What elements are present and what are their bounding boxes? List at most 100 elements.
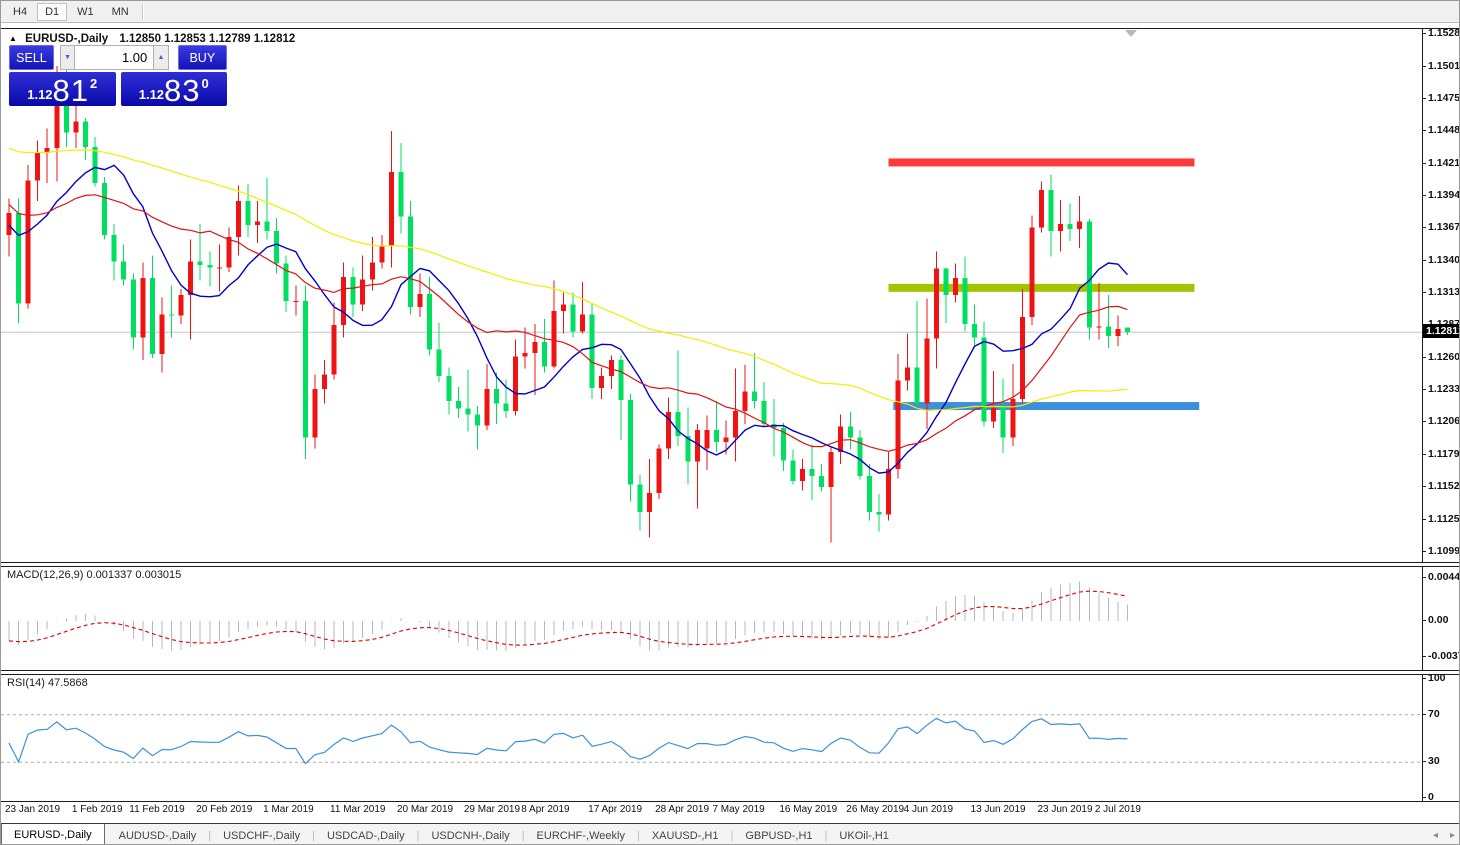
spin-down-icon: ▼ <box>64 54 71 61</box>
timeframe-toolbar: H4D1W1MN <box>1 1 1460 23</box>
chart-header: ▲ EURUSD-,Daily 1.12850 1.12853 1.12789 … <box>9 33 295 45</box>
rsi-chart[interactable] <box>1 675 1422 801</box>
axis-tick <box>1422 421 1426 422</box>
price-axis-label: 1.13135 <box>1428 286 1460 298</box>
timeframe-button-w1[interactable]: W1 <box>69 3 102 21</box>
mt4-terminal-window: H4D1W1MN ▲ EURUSD-,Daily 1.12850 1.12853… <box>0 0 1460 845</box>
price-axis-label: 1.13405 <box>1428 254 1460 266</box>
timeframe-button-h4[interactable]: H4 <box>5 3 35 21</box>
axis-tick <box>1422 260 1426 261</box>
chart-tab-eurchf-weekly[interactable]: EURCHF-,Weekly <box>525 824 637 845</box>
chart-tab-gbpusd-h1[interactable]: GBPUSD-,H1 <box>733 824 824 845</box>
price-axis-label: 1.13945 <box>1428 189 1460 201</box>
macd-panel[interactable]: MACD(12,26,9) 0.001337 0.003015 <box>1 566 1460 671</box>
time-axis-label: 11 Feb 2019 <box>129 804 184 815</box>
rsi-axis-label: 30 <box>1428 755 1440 767</box>
macd-histogram <box>9 582 1128 652</box>
axis-tick <box>1422 33 1426 34</box>
macd-axis-label: 0.00 <box>1428 614 1448 626</box>
timeframe-button-d1[interactable]: D1 <box>37 3 67 21</box>
axis-tick <box>1422 195 1426 196</box>
time-axis-label: 26 May 2019 <box>846 804 904 815</box>
collapse-one-click-icon[interactable]: ▲ <box>9 34 17 43</box>
tab-scroll-controls: ◂ ▸ <box>1433 824 1455 845</box>
tab-scroll-left-icon[interactable]: ◂ <box>1433 830 1438 841</box>
axis-tick <box>1422 98 1426 99</box>
axis-tick <box>1422 519 1426 520</box>
price-axis-label: 1.12330 <box>1428 383 1460 395</box>
hline-resistance-red <box>889 158 1195 166</box>
time-axis-label: 20 Feb 2019 <box>196 804 252 815</box>
plot-right-border <box>1422 29 1423 562</box>
price-axis-label: 1.14480 <box>1428 124 1460 136</box>
sell-price-panel[interactable]: 1.12812 <box>9 72 116 106</box>
axis-tick <box>1422 678 1426 679</box>
ma-line-20 <box>9 195 1128 452</box>
time-axis-label: 13 Jun 2019 <box>971 804 1026 815</box>
chart-tab-eurusd-daily[interactable]: EURUSD-,Daily <box>1 824 105 845</box>
axis-tick <box>1422 66 1426 67</box>
axis-tick <box>1422 714 1426 715</box>
chart-tab-usdcnh-daily[interactable]: USDCNH-,Daily <box>419 824 521 845</box>
time-axis-label: 8 Apr 2019 <box>521 804 569 815</box>
candlestick-chart[interactable] <box>1 29 1422 562</box>
axis-tick <box>1422 163 1426 164</box>
volume-input[interactable] <box>75 45 153 70</box>
one-click-trading-panel: SELL ▼ ▲ BUY 1.12812 1.12830 <box>9 45 227 106</box>
price-axis-label: 1.15015 <box>1428 60 1460 72</box>
sell-price-prefix: 1.12 <box>27 87 52 102</box>
candles-group <box>7 51 1131 542</box>
axis-tick <box>1422 130 1426 131</box>
sell-price-sup: 2 <box>90 76 97 91</box>
main-chart-panel[interactable]: ▲ EURUSD-,Daily 1.12850 1.12853 1.12789 … <box>1 28 1460 563</box>
chart-tab-usdchf-daily[interactable]: USDCHF-,Daily <box>211 824 312 845</box>
current-price-tag: 1.12812 <box>1423 324 1460 338</box>
sell-button[interactable]: SELL <box>9 45 54 70</box>
time-axis-label: 2 Jul 2019 <box>1095 804 1141 815</box>
sell-price-big: 81 <box>53 76 89 105</box>
rsi-line <box>9 718 1128 763</box>
chart-tab-usdcad-daily[interactable]: USDCAD-,Daily <box>315 824 417 845</box>
rsi-axis-label: 0 <box>1428 791 1434 803</box>
axis-tick <box>1422 389 1426 390</box>
toolbar-separator <box>142 4 144 20</box>
buy-price-panel[interactable]: 1.12830 <box>121 72 228 106</box>
chart-tab-audusd-daily[interactable]: AUDUSD-,Daily <box>107 824 209 845</box>
price-axis-label: 1.13675 <box>1428 221 1460 233</box>
chart-tab-ukoil-h1[interactable]: UKOil-,H1 <box>827 824 901 845</box>
timeframe-buttons: H4D1W1MN <box>4 3 138 21</box>
symbol-period-label: EURUSD-,Daily <box>25 33 108 45</box>
price-axis-label: 1.14750 <box>1428 92 1460 104</box>
axis-tick <box>1422 577 1426 578</box>
chart-tab-xauusd-h1[interactable]: XAUUSD-,H1 <box>640 824 731 845</box>
time-axis-label: 16 May 2019 <box>779 804 837 815</box>
macd-signal-line <box>9 591 1128 645</box>
spin-up-icon: ▲ <box>157 54 164 61</box>
macd-chart[interactable] <box>1 567 1422 670</box>
rsi-panel[interactable]: RSI(14) 47.5868 <box>1 674 1460 802</box>
macd-axis-label: -0.003715 <box>1428 650 1460 662</box>
axis-tick <box>1422 454 1426 455</box>
axis-tick <box>1422 292 1426 293</box>
chart-shift-marker-icon[interactable] <box>1125 30 1137 37</box>
volume-increase-button[interactable]: ▲ <box>153 45 168 70</box>
macd-label: MACD(12,26,9) 0.001337 0.003015 <box>7 569 181 581</box>
price-axis-label: 1.11795 <box>1428 448 1460 460</box>
buy-price-prefix: 1.12 <box>139 87 164 102</box>
time-axis-label: 20 Mar 2019 <box>397 804 453 815</box>
timeframe-button-mn[interactable]: MN <box>104 3 137 21</box>
axis-tick <box>1422 797 1426 798</box>
price-axis-label: 1.11255 <box>1428 513 1460 525</box>
ohlc-values: 1.12850 1.12853 1.12789 1.12812 <box>119 33 295 45</box>
volume-decrease-button[interactable]: ▼ <box>60 45 75 70</box>
time-axis-label: 4 Jun 2019 <box>904 804 954 815</box>
axis-tick <box>1422 357 1426 358</box>
price-axis-label: 1.12600 <box>1428 351 1460 363</box>
tab-scroll-right-icon[interactable]: ▸ <box>1450 830 1455 841</box>
buy-button[interactable]: BUY <box>178 45 227 70</box>
time-axis-label: 23 Jun 2019 <box>1037 804 1092 815</box>
axis-tick <box>1422 620 1426 621</box>
time-axis-label: 1 Mar 2019 <box>263 804 314 815</box>
time-axis-label: 28 Apr 2019 <box>655 804 709 815</box>
time-axis-label: 23 Jan 2019 <box>5 804 60 815</box>
